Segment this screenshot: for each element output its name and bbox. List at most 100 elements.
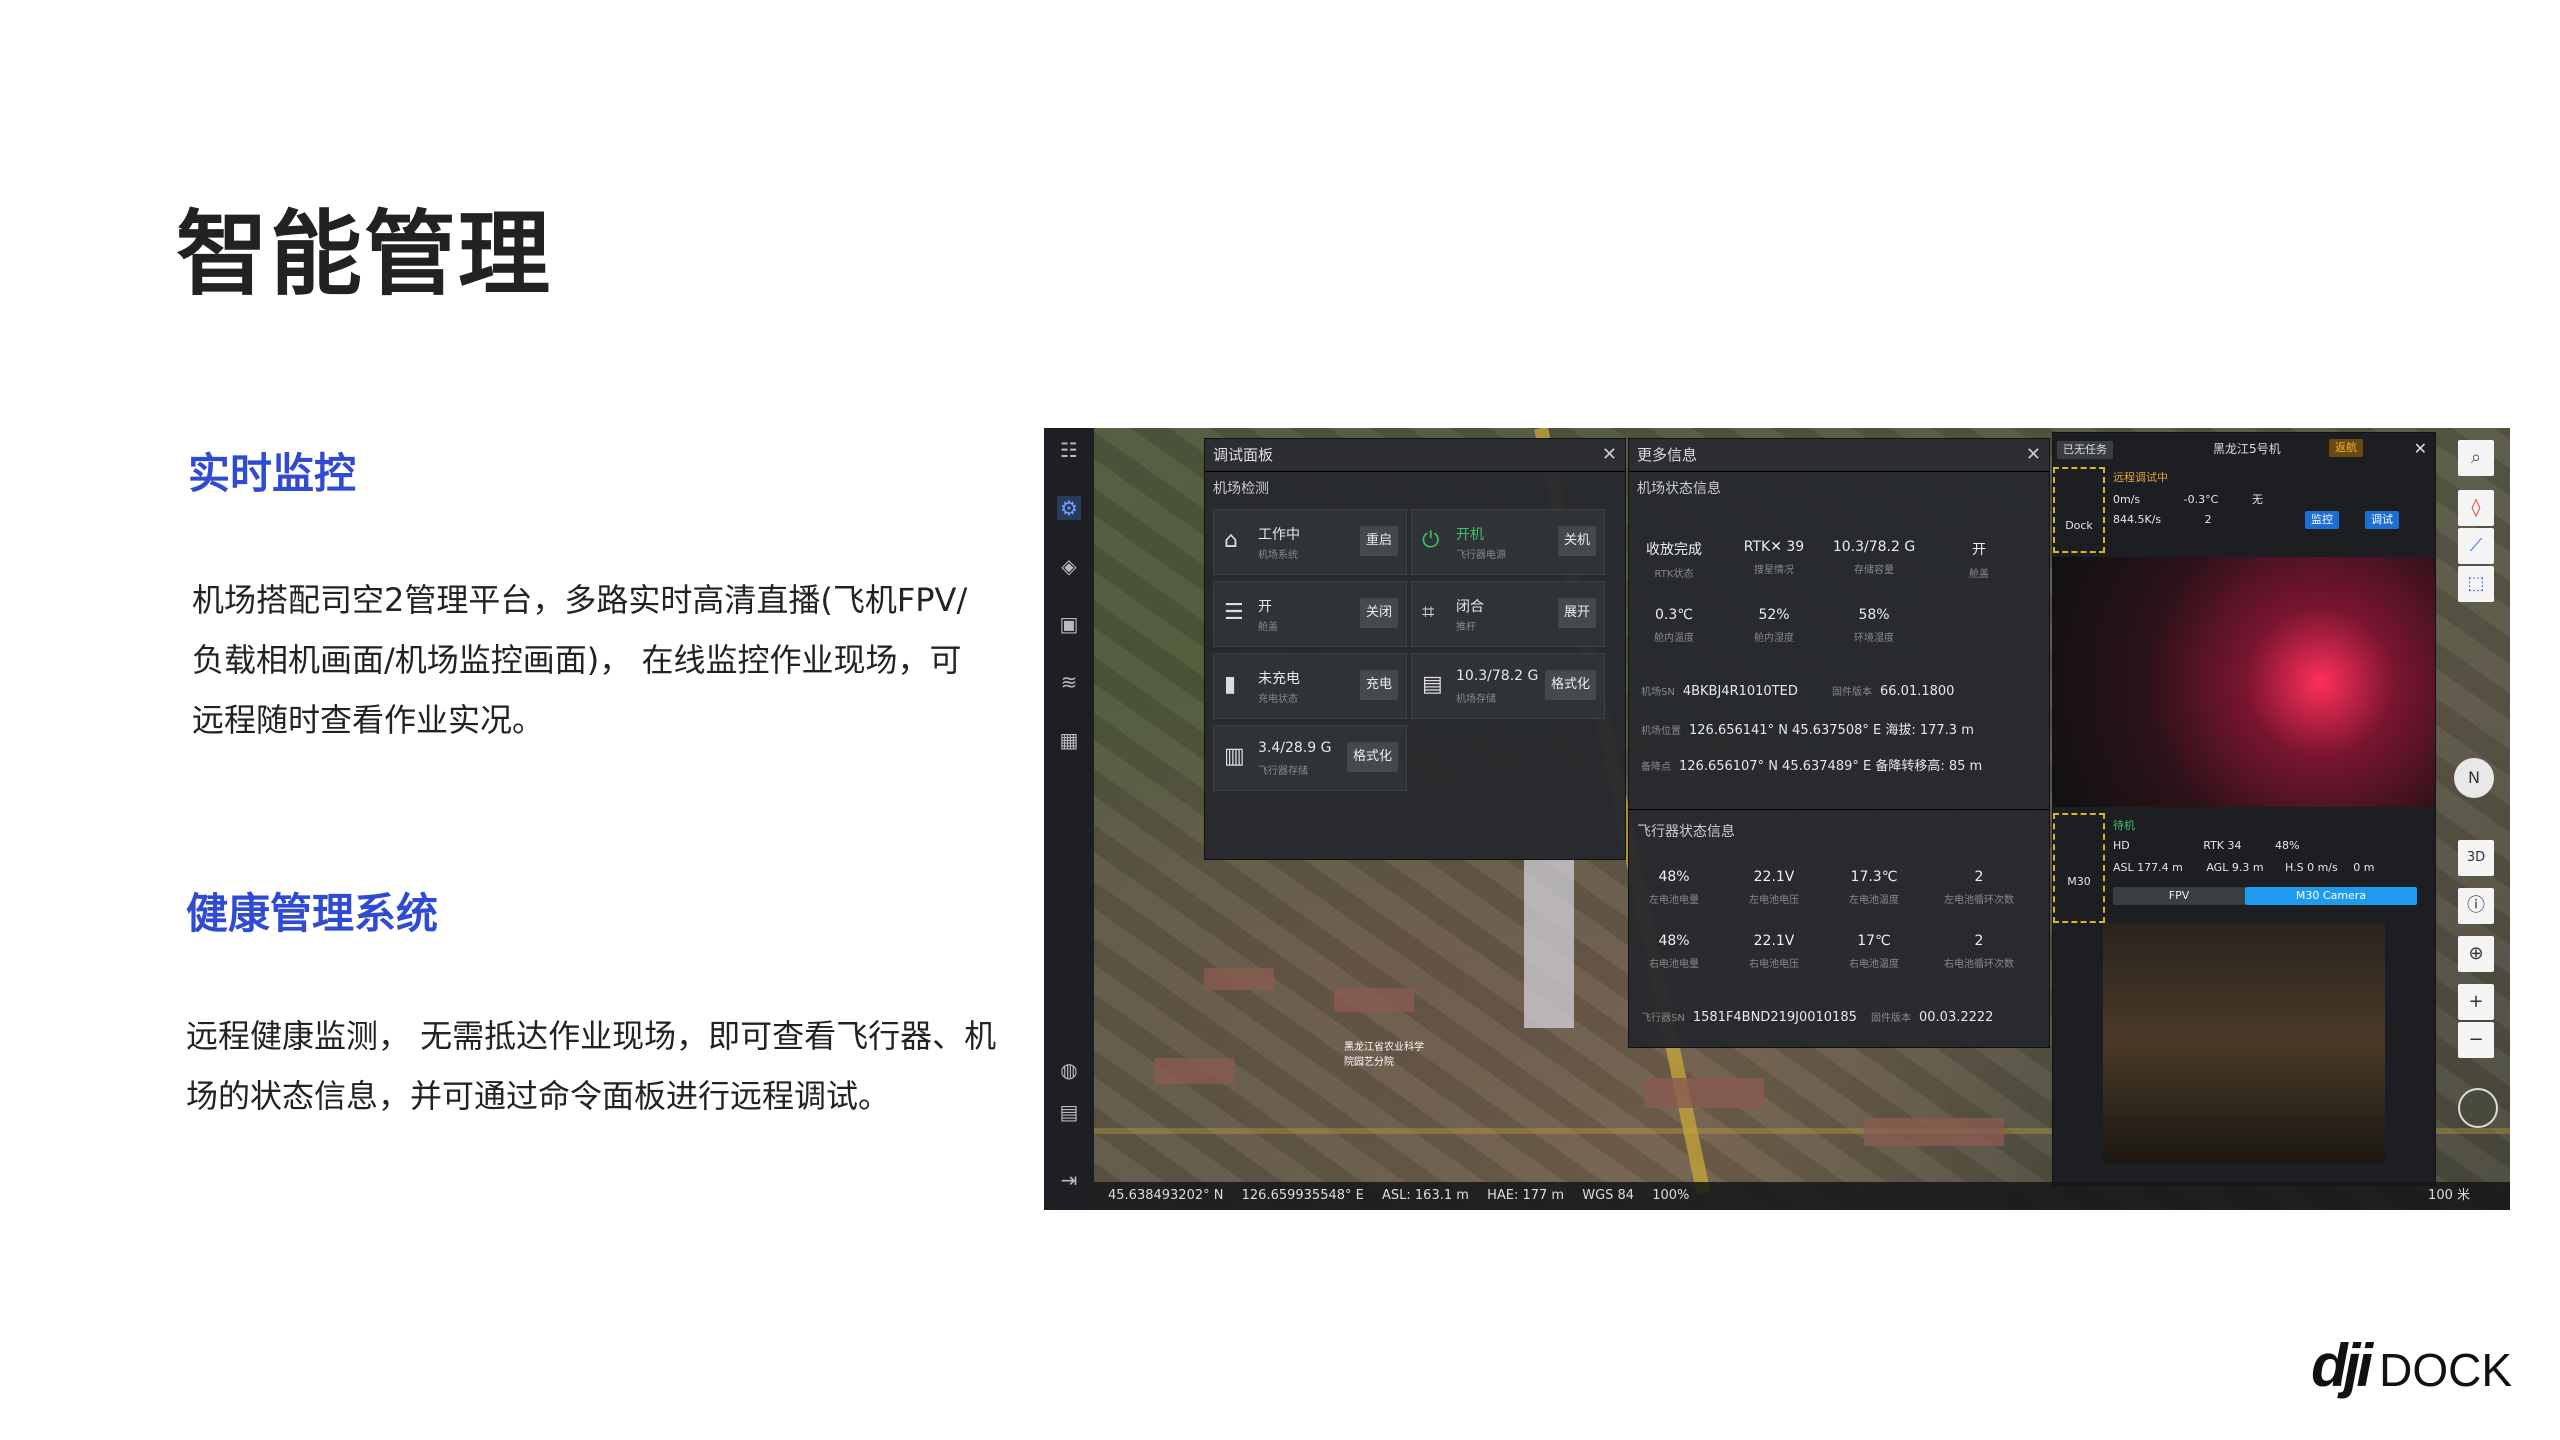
map-building xyxy=(1154,1058,1234,1084)
globe-icon[interactable]: ◍ xyxy=(1057,1058,1081,1082)
row-key: 固件版本 xyxy=(1871,1013,1911,1024)
map-status-bar: 45.638493202° N 126.659935548° E ASL: 16… xyxy=(1094,1182,2510,1210)
kv-key: 舱盖 xyxy=(1969,569,1989,580)
text-line: 机场搭配司空2管理平台，多路实时高清直播(飞机FPV/ xyxy=(192,581,968,619)
info-icon[interactable]: ⓘ xyxy=(2458,888,2494,924)
cell-label: 工作中 xyxy=(1258,527,1300,543)
settings-icon[interactable]: ▤ xyxy=(1057,1100,1081,1124)
signal: HD xyxy=(2113,839,2130,852)
power-off-button[interactable]: 关机 xyxy=(1557,526,1596,556)
kv-value: 48% xyxy=(1658,869,1690,885)
kv-key: 存储容量 xyxy=(1854,565,1894,576)
kv-item: 58% 环境湿度 xyxy=(1829,607,1919,644)
battery-count: 2 xyxy=(2204,513,2212,526)
dock-status-section-title: 机场状态信息 xyxy=(1637,481,1721,497)
line-icon[interactable]: ⟋ xyxy=(2458,528,2494,564)
map-label: 黑龙江省农业科学院园艺分院 xyxy=(1344,1042,1424,1068)
kv-key: 左电池电压 xyxy=(1749,895,1799,906)
kv-value: 收放完成 xyxy=(1646,542,1702,558)
zoom-out-button[interactable]: − xyxy=(2458,1022,2494,1058)
dock-stats: 0m/s -0.3°C 无 xyxy=(2113,491,2263,507)
monitor-button[interactable]: 监控 xyxy=(2305,511,2339,529)
aircraft-power-cell: ⏻ 开机 飞行器电源 关机 xyxy=(1411,509,1605,575)
close-hatch-button[interactable]: 关闭 xyxy=(1359,598,1398,628)
row-value: 00.03.2222 xyxy=(1919,1010,1994,1025)
debug-button[interactable]: 调试 xyxy=(2365,511,2399,529)
map-building xyxy=(1524,858,1574,1028)
close-icon[interactable]: ✕ xyxy=(2414,433,2427,465)
map-building xyxy=(1864,1118,2004,1146)
dock-label: Dock xyxy=(2053,467,2105,553)
restart-button[interactable]: 重启 xyxy=(1359,526,1398,556)
text-line: 远程随时查看作业实况。 xyxy=(192,701,545,739)
minimap-icon[interactable] xyxy=(2458,1088,2498,1128)
putter-cell: ⌗ 闭合 推杆 展开 xyxy=(1411,581,1605,647)
format-dock-button[interactable]: 格式化 xyxy=(1544,670,1596,700)
close-icon[interactable]: ✕ xyxy=(2026,439,2041,471)
area-icon[interactable]: ⬚ xyxy=(2458,566,2494,602)
temperature: -0.3°C xyxy=(2183,493,2219,506)
device-icon[interactable]: ⚙ xyxy=(1057,496,1081,520)
left-toolbar: ☷ ⚙ ◈ ▣ ≋ ▦ ◍ ▤ ⇥ xyxy=(1044,428,1094,1210)
cell-sublabel: 推杆 xyxy=(1456,622,1476,633)
locate-icon[interactable]: ⊕ xyxy=(2458,936,2494,972)
m30-camera-tab[interactable]: M30 Camera xyxy=(2245,887,2417,905)
debug-panel-title: 调试面板 xyxy=(1213,446,1274,464)
pin-icon[interactable]: ◊ xyxy=(2458,490,2494,526)
app-logo-icon[interactable]: ☷ xyxy=(1057,438,1081,462)
kv-item: 22.1V 左电池电压 xyxy=(1729,869,1819,906)
dock-monitor-video[interactable] xyxy=(2053,557,2435,807)
format-aircraft-button[interactable]: 格式化 xyxy=(1346,742,1398,772)
kv-item: RTK✕ 39 搜星情况 xyxy=(1729,539,1819,576)
debug-section-title: 机场检测 xyxy=(1213,481,1269,497)
power-icon: ⏻ xyxy=(1422,528,1440,553)
kv-item: 2 右电池循环次数 xyxy=(1934,933,2024,970)
kv-key: 左电池温度 xyxy=(1849,895,1899,906)
kv-key: 右电池循环次数 xyxy=(1944,959,2014,970)
fpv-tab[interactable]: FPV xyxy=(2113,887,2245,905)
text-line: 负载相机画面/机场监控画面)， 在线监控作业现场，可 xyxy=(192,641,962,679)
media-icon[interactable]: ▣ xyxy=(1057,612,1081,636)
row-key: 机场位置 xyxy=(1641,726,1681,737)
dock-logo-text: DOCK xyxy=(2379,1344,2512,1396)
section-heading-monitoring: 实时监控 xyxy=(188,449,357,498)
kv-key: 搜星情况 xyxy=(1754,565,1794,576)
aircraft-storage-icon: ▥ xyxy=(1224,744,1245,769)
kv-key: 左电池电量 xyxy=(1649,895,1699,906)
drone-label: M30 xyxy=(2053,813,2105,923)
drone-battery: 48% xyxy=(2275,839,2300,852)
logout-icon[interactable]: ⇥ xyxy=(1057,1168,1081,1192)
longitude: 126.659935548° E xyxy=(1241,1188,1364,1203)
row-value: 66.01.1800 xyxy=(1880,684,1955,699)
search-icon[interactable]: ⌕ xyxy=(2458,440,2494,476)
compass-icon[interactable]: N xyxy=(2454,758,2494,798)
video-panel: 已无任务 黑龙江5号机 返航 ✕ Dock 远程调试中 0m/s -0.3°C … xyxy=(2052,432,2436,1186)
kv-item: 17.3℃ 左电池温度 xyxy=(1829,869,1919,906)
expand-button[interactable]: 展开 xyxy=(1557,598,1596,628)
kv-value: 0.3℃ xyxy=(1655,607,1693,623)
flighthub-screenshot: 黑龙江省农业科学院园艺分院 ☷ ⚙ ◈ ▣ ≋ ▦ ◍ ▤ ⇥ 调试面板 ✕ 机… xyxy=(1044,428,2510,1210)
kv-item: 17℃ 右电池温度 xyxy=(1829,933,1919,970)
zoom-in-button[interactable]: + xyxy=(2458,984,2494,1020)
drone-camera-video[interactable] xyxy=(2103,923,2385,1163)
hatch-cell: ☰ 开 舱盖 关闭 xyxy=(1213,581,1407,647)
dock-location-row: 机场位置 126.656141° N 45.637508° E 海拔: 177.3… xyxy=(1641,719,1974,738)
more-info-title: 更多信息 xyxy=(1637,446,1698,464)
3d-button[interactable]: 3D xyxy=(2458,840,2494,876)
calendar-icon[interactable]: ▦ xyxy=(1057,728,1081,752)
more-info-panel: 更多信息 ✕ 机场状态信息 收放完成 RTK状态 RTK✕ 39 搜星情况 10.3… xyxy=(1628,438,2050,1048)
layers-icon[interactable]: ◈ xyxy=(1057,554,1081,578)
aircraft-status-section-title: 飞行器状态信息 xyxy=(1637,824,1735,840)
kv-item: 开舱盖 xyxy=(1934,539,2024,580)
row-value: 126.656107° N 45.637489° E 备降转移高: 85 m xyxy=(1679,759,1983,774)
cell-label: 未充电 xyxy=(1258,671,1300,687)
charge-button[interactable]: 充电 xyxy=(1359,670,1398,700)
network-speed: 844.5K/s xyxy=(2113,513,2162,526)
cell-sublabel: 飞行器电源 xyxy=(1456,550,1506,561)
cell-label: 10.3/78.2 G xyxy=(1456,668,1539,684)
agl: AGL 9.3 m xyxy=(2206,861,2264,874)
return-home-button[interactable]: 返航 xyxy=(2329,439,2363,457)
asl-readout: ASL: 163.1 m xyxy=(1382,1188,1469,1203)
route-icon[interactable]: ≋ xyxy=(1057,670,1081,694)
close-icon[interactable]: ✕ xyxy=(1602,439,1617,471)
